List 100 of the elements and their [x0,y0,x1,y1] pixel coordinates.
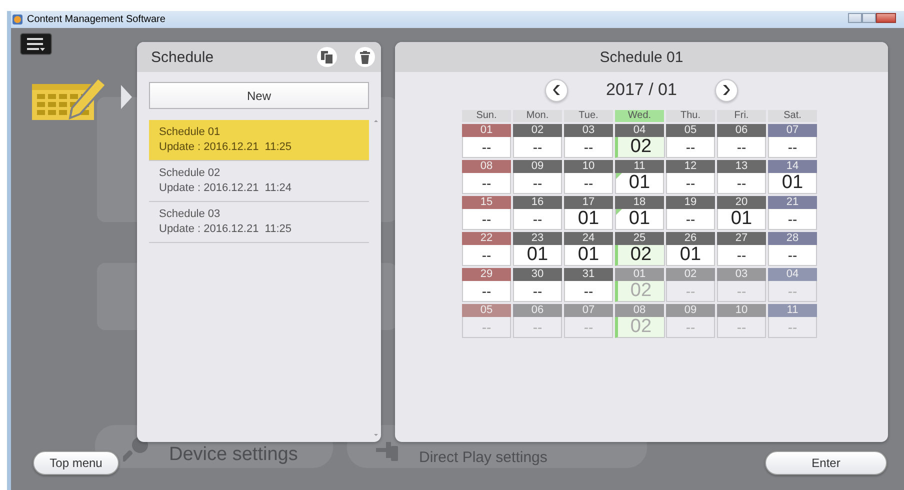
schedule-cell[interactable]: -- [462,137,511,158]
next-month-button[interactable] [714,78,738,102]
weekday-header: Thu. [666,110,715,122]
schedule-cell[interactable]: -- [513,137,562,158]
schedule-cell[interactable]: 01 [615,209,664,230]
schedule-cell[interactable]: 01 [615,173,664,194]
weekday-header: Wed. [615,110,664,122]
button-label: Direct Play settings [419,449,548,466]
date-label: 04 [768,268,817,281]
date-label: 25 [615,232,664,245]
date-label: 17 [564,196,613,209]
schedule-cell[interactable]: 01 [564,245,613,266]
date-label: 14 [768,160,817,173]
schedule-item[interactable]: Schedule 03 Update : 2016.12.21 11:25 [149,202,369,243]
date-label: 06 [717,124,766,137]
date-label: 03 [717,268,766,281]
copy-button[interactable] [317,47,337,67]
date-label: 02 [666,268,715,281]
date-label: 20 [717,196,766,209]
close-button[interactable] [876,12,896,22]
panel-title: Schedule 01 [395,42,888,72]
weekday-header: Fri. [717,110,766,122]
schedule-cell[interactable]: -- [564,173,613,194]
weekday-header: Sun. [462,110,511,122]
schedule-cell[interactable]: -- [666,209,715,230]
date-label: 12 [666,160,715,173]
schedule-item[interactable]: Schedule 02 Update : 2016.12.21 11:24 [149,161,369,202]
date-label: 09 [666,304,715,317]
schedule-cell[interactable]: -- [666,173,715,194]
schedule-cell[interactable]: -- [462,173,511,194]
schedule-cell[interactable]: -- [462,209,511,230]
date-label: 08 [615,304,664,317]
date-label: 06 [513,304,562,317]
schedule-cell[interactable]: -- [768,245,817,266]
date-label: 01 [615,268,664,281]
schedule-cell[interactable]: 01 [564,209,613,230]
date-label: 19 [666,196,715,209]
schedule-cell[interactable]: -- [462,281,511,302]
schedule-cell[interactable]: -- [513,173,562,194]
date-label: 24 [564,232,613,245]
button-label: Device settings [169,444,298,466]
schedule-cell[interactable]: 02 [615,245,665,266]
app-icon [12,14,23,25]
trash-icon [360,50,370,64]
date-label: 11 [768,304,817,317]
schedule-cell[interactable]: -- [768,209,817,230]
enter-button[interactable]: Enter [765,451,887,475]
date-label: 26 [666,232,715,245]
date-label: 08 [462,160,511,173]
date-label: 07 [768,124,817,137]
chevron-left-icon [552,85,561,95]
schedule-cell[interactable]: -- [513,281,562,302]
date-label: 01 [462,124,511,137]
schedule-cell[interactable]: -- [564,281,613,302]
arrow-icon [121,85,132,109]
previous-month-button[interactable] [545,78,568,102]
schedule-cell[interactable]: -- [666,137,715,158]
delete-button[interactable] [355,47,375,67]
date-label: 13 [717,160,766,173]
schedule-cell[interactable]: -- [768,137,817,158]
schedule-cell[interactable]: -- [513,209,562,230]
scrollbar[interactable] [372,120,379,436]
date-label: 05 [462,304,511,317]
date-label: 07 [564,304,613,317]
date-label: 09 [513,160,562,173]
menu-button[interactable] [20,33,52,55]
schedule-cell[interactable]: -- [717,245,766,266]
date-label: 10 [717,304,766,317]
date-label: 22 [462,232,511,245]
schedule-item[interactable]: Schedule 01 Update : 2016.12.21 11:25 [149,120,369,161]
schedule-cell[interactable]: 02 [615,137,665,158]
window-title: Content Management Software [27,14,166,25]
schedule-cell[interactable]: 01 [513,245,562,266]
date-label: 18 [615,196,664,209]
date-label: 28 [768,232,817,245]
date-label: 15 [462,196,511,209]
top-menu-button[interactable]: Top menu [33,451,119,475]
date-label: 05 [666,124,715,137]
date-label: 04 [615,124,664,137]
weekday-header: Tue. [564,110,613,122]
date-label: 10 [564,160,613,173]
schedule-cell[interactable]: 01 [768,173,817,194]
date-label: 29 [462,268,511,281]
panel-title: Schedule [151,48,215,66]
schedule-cell[interactable]: -- [462,245,511,266]
copy-icon [321,50,333,64]
weekday-header: Mon. [513,110,562,122]
date-label: 02 [513,124,562,137]
weekday-header: Sat. [768,110,817,122]
schedule-cell[interactable]: -- [717,173,766,194]
date-label: 27 [717,232,766,245]
schedule-cell[interactable]: 01 [717,209,766,230]
schedule-cell[interactable]: -- [564,137,613,158]
date-label: 23 [513,232,562,245]
menu-icon [27,37,45,51]
date-label: 11 [615,160,664,173]
schedule-cell[interactable]: -- [717,137,766,158]
new-button[interactable]: New [149,82,369,109]
date-label: 31 [564,268,613,281]
schedule-cell[interactable]: 01 [666,245,715,266]
